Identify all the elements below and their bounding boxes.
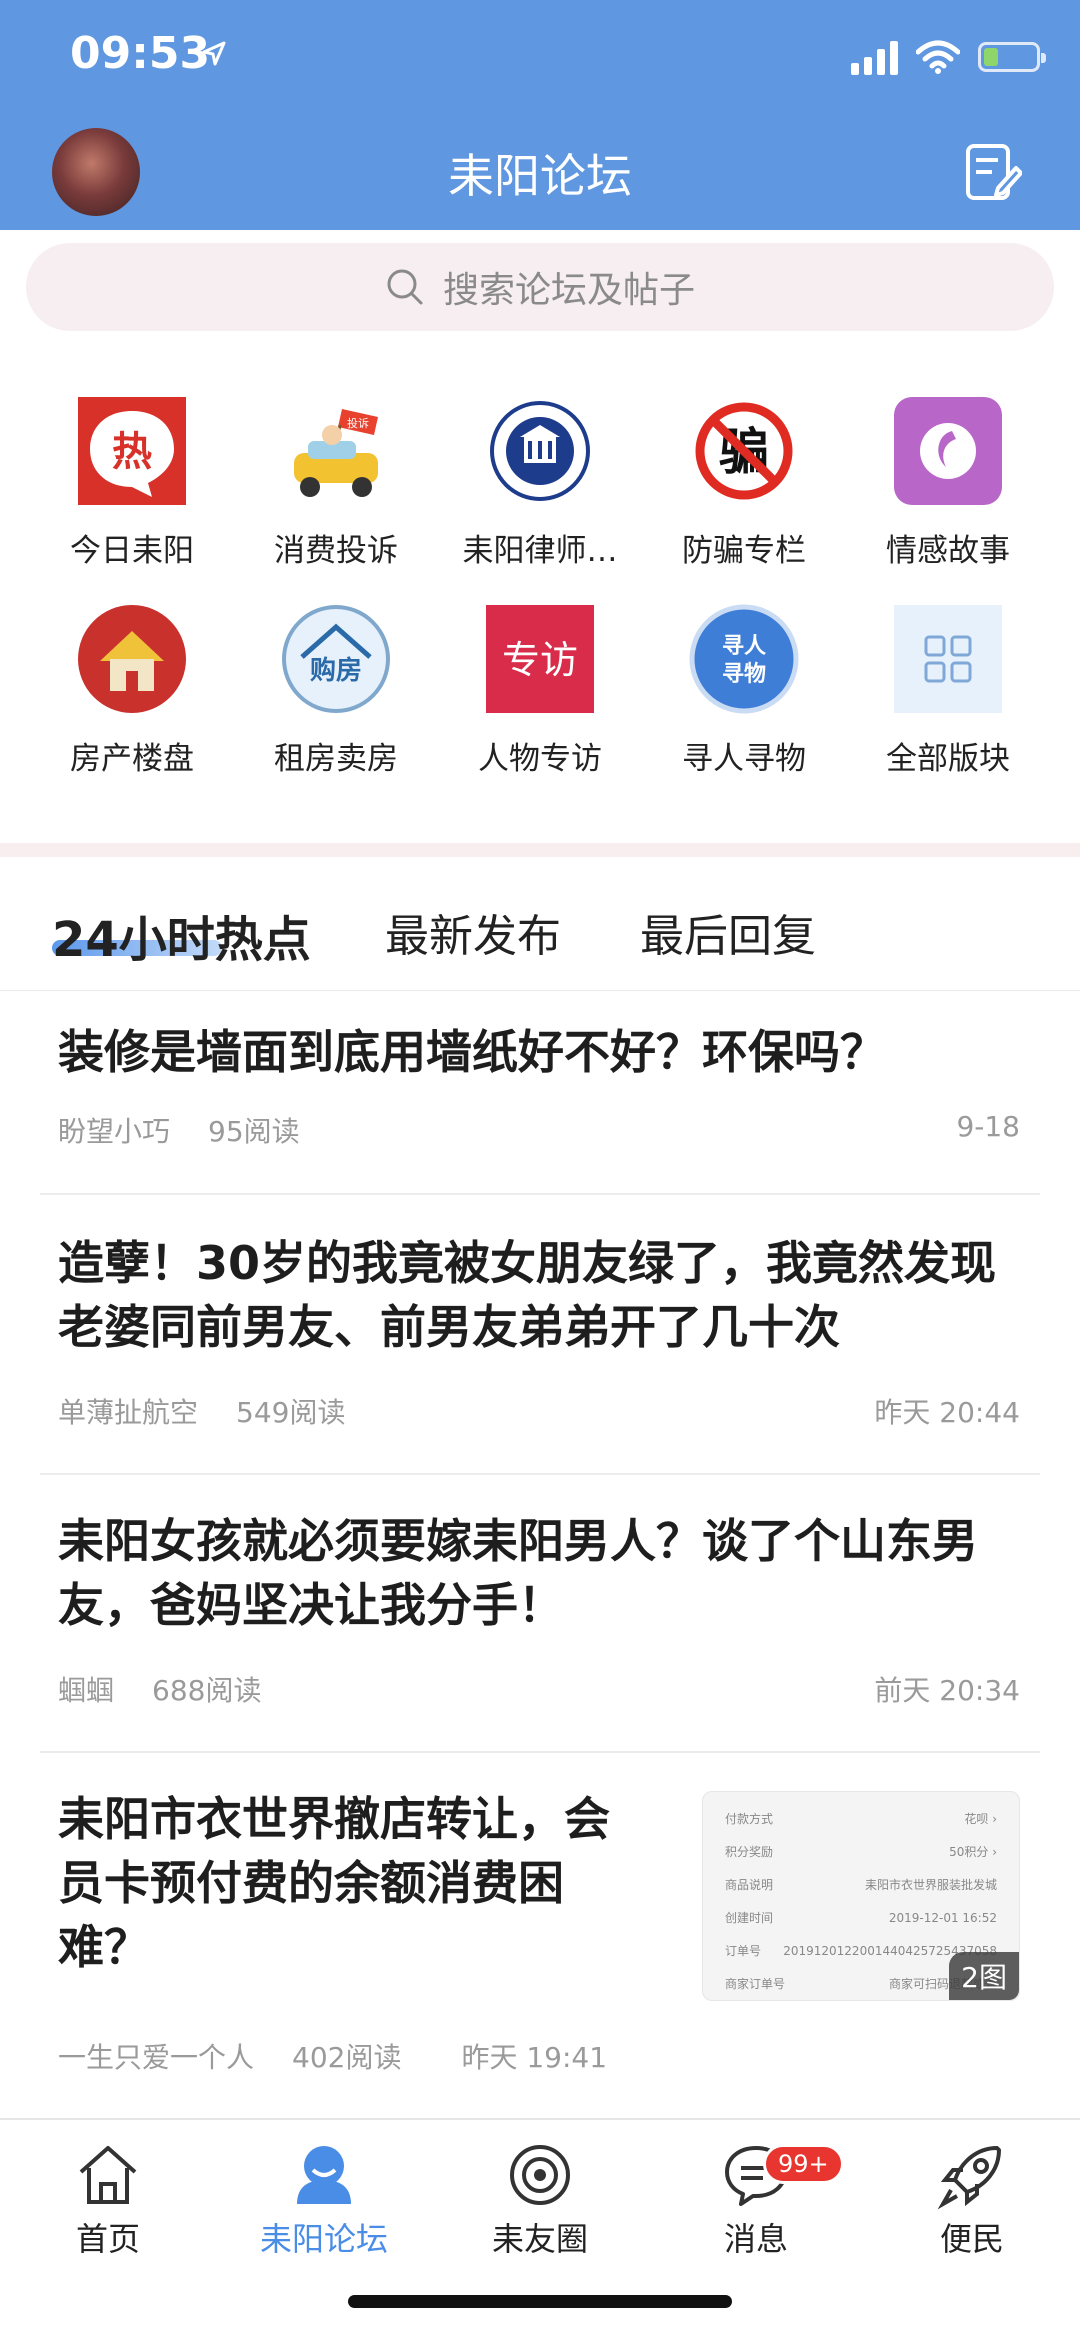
house-icon (78, 605, 186, 713)
app-header: 09:53 耒阳论坛 (0, 0, 1080, 230)
nav-label: 耒阳论坛 (259, 2220, 388, 2258)
thumb-row: 创建时间 2019-12-01 16:52 (725, 1910, 997, 1926)
thumb-row: 商品说明 耒阳市衣世界服装批发城 (725, 1878, 997, 1892)
nav-convenience[interactable]: 便民 (864, 2140, 1080, 2260)
anti-fraud-icon: 骗 (695, 402, 793, 500)
search-icon (387, 269, 423, 305)
post-author: 一生只爱一个人 (58, 2041, 255, 2074)
search-placeholder: 搜索论坛及帖子 (442, 270, 695, 311)
nav-circle[interactable]: 耒友圈 (432, 2140, 648, 2260)
svg-text:购房: 购房 (310, 656, 362, 686)
feed-tabs: 24小时热点 最新发布 最后回复 (0, 880, 1080, 991)
svg-text:寻人: 寻人 (722, 634, 766, 659)
post-item[interactable]: 装修是墙面到底用墙纸好不好？环保吗？ 盼望小巧 95阅读 9-18 (40, 1000, 1040, 1195)
compose-post-icon[interactable] (964, 142, 1022, 204)
wifi-icon (916, 40, 960, 74)
circle-icon (510, 2145, 570, 2205)
category-consumer-complaint[interactable]: 投诉 消费投诉 (234, 395, 438, 570)
home-icon (79, 2146, 137, 2204)
status-time: 09:53 (70, 28, 211, 79)
thumb-row: 积分奖励 50积分 › (725, 1845, 997, 1859)
post-meta: 盼望小巧 95阅读 (58, 1110, 300, 1150)
category-anti-fraud[interactable]: 骗 防骗专栏 (642, 395, 846, 570)
location-arrow-icon (202, 41, 226, 66)
category-label: 房产楼盘 (70, 741, 194, 777)
nav-label: 消息 (723, 2220, 788, 2258)
nav-label: 首页 (75, 2220, 140, 2258)
post-meta: 蝈蝈 688阅读 (58, 1669, 261, 1709)
svg-text:专访: 专访 (502, 638, 578, 682)
rent-house-icon: 购房 (282, 605, 390, 713)
post-time: 9-18 (956, 1110, 1020, 1143)
rocket-icon (937, 2146, 1001, 2210)
post-title: 耒阳女孩就必须要嫁耒阳男人？谈了个山东男友，爸妈坚决让我分手！ (58, 1514, 978, 1632)
category-label: 全部版块 (886, 741, 1010, 777)
nav-messages[interactable]: 99+ 消息 (648, 2140, 864, 2260)
post-meta: 一生只爱一个人 402阅读 昨天 19:41 (58, 2036, 607, 2076)
post-time: 昨天 19:41 (461, 2041, 608, 2074)
search-bar[interactable]: 搜索论坛及帖子 (26, 243, 1054, 331)
home-indicator (348, 2295, 732, 2308)
category-label: 租房卖房 (274, 741, 398, 777)
category-label: 消费投诉 (274, 533, 398, 569)
tab-last-reply[interactable]: 最后回复 (640, 900, 816, 964)
post-reads: 95阅读 (208, 1115, 300, 1148)
category-label: 防骗专栏 (682, 533, 806, 569)
post-reads: 688阅读 (152, 1674, 262, 1707)
unread-badge: 99+ (763, 2144, 844, 2184)
lawyer-emblem-icon (490, 401, 590, 501)
svg-text:热: 热 (112, 429, 152, 475)
complaint-car-icon: 投诉 (294, 409, 378, 497)
nav-label: 便民 (939, 2220, 1004, 2258)
category-label: 今日耒阳 (70, 533, 194, 569)
svg-text:投诉: 投诉 (347, 416, 369, 430)
interview-icon: 专访 (486, 605, 594, 713)
status-icons (851, 36, 1046, 78)
page-title: 耒阳论坛 (448, 149, 632, 203)
forum-icon (297, 2146, 351, 2204)
nav-forum[interactable]: 耒阳论坛 (216, 2140, 432, 2260)
nav-label: 耒友圈 (491, 2220, 588, 2258)
lost-found-icon: 寻人 寻物 (689, 604, 799, 714)
category-label: 耒阳律师… (462, 533, 618, 569)
post-title: 造孽！30岁的我竟被女朋友绿了，我竟然发现老婆同前男友、前男友弟弟开了几十次 (58, 1236, 997, 1354)
post-author: 单薄扯航空 (58, 1396, 199, 1429)
emotion-story-icon (894, 397, 1002, 505)
tab-latest[interactable]: 最新发布 (385, 900, 561, 964)
section-divider (0, 843, 1080, 857)
svg-text:寻物: 寻物 (722, 661, 766, 687)
post-item[interactable]: 耒阳市衣世界撤店转让，会员卡预付费的余额消费困难？ 付款方式 花呗 › 积分奖励 5… (40, 1751, 1040, 2118)
tab-24h-hot[interactable]: 24小时热点 (52, 900, 311, 970)
nav-home[interactable]: 首页 (0, 2140, 216, 2260)
post-item[interactable]: 耒阳女孩就必须要嫁耒阳男人？谈了个山东男友，爸妈坚决让我分手！ 蝈蝈 688阅读 … (40, 1473, 1040, 1753)
post-item[interactable]: 造孽！30岁的我竟被女朋友绿了，我竟然发现老婆同前男友、前男友弟弟开了几十次 单… (40, 1193, 1040, 1475)
post-time: 昨天 20:44 (874, 1396, 1020, 1429)
hot-icon: 热 (78, 397, 186, 505)
category-label: 情感故事 (886, 533, 1010, 569)
post-reads: 402阅读 (292, 2041, 402, 2074)
post-title: 耒阳市衣世界撤店转让，会员卡预付费的余额消费困难？ (58, 1792, 610, 1974)
all-sections-icon (894, 605, 1002, 713)
post-time: 前天 20:34 (874, 1674, 1020, 1707)
category-emotion-story[interactable]: 情感故事 (846, 395, 1050, 570)
post-thumbnail[interactable]: 付款方式 花呗 › 积分奖励 50积分 › 商品说明 耒阳市衣世界服装批发城 创建时间… (702, 1791, 1020, 2001)
post-author: 蝈蝈 (58, 1674, 115, 1707)
category-today-leiyang[interactable]: 热 今日耒阳 (30, 395, 234, 570)
category-lawyer[interactable]: 耒阳律师… (438, 395, 642, 570)
post-author: 盼望小巧 (58, 1115, 171, 1148)
category-all-sections[interactable]: 全部版块 (846, 603, 1050, 778)
image-count-badge: 2图 (949, 1952, 1019, 2000)
category-label: 寻人寻物 (682, 741, 806, 777)
post-meta: 单薄扯航空 549阅读 (58, 1391, 345, 1431)
post-title: 装修是墙面到底用墙纸好不好？环保吗？ (58, 1025, 886, 1079)
post-reads: 549阅读 (236, 1396, 346, 1429)
signal-icon (851, 39, 898, 75)
thumb-row: 付款方式 花呗 › (725, 1812, 997, 1826)
battery-icon (978, 42, 1046, 72)
category-real-estate[interactable]: 房产楼盘 (30, 603, 234, 778)
category-rent-sell-house[interactable]: 购房 租房卖房 (234, 603, 438, 778)
category-interview[interactable]: 专访 人物专访 (438, 603, 642, 778)
category-label: 人物专访 (478, 741, 602, 777)
category-lost-found[interactable]: 寻人 寻物 寻人寻物 (642, 603, 846, 778)
